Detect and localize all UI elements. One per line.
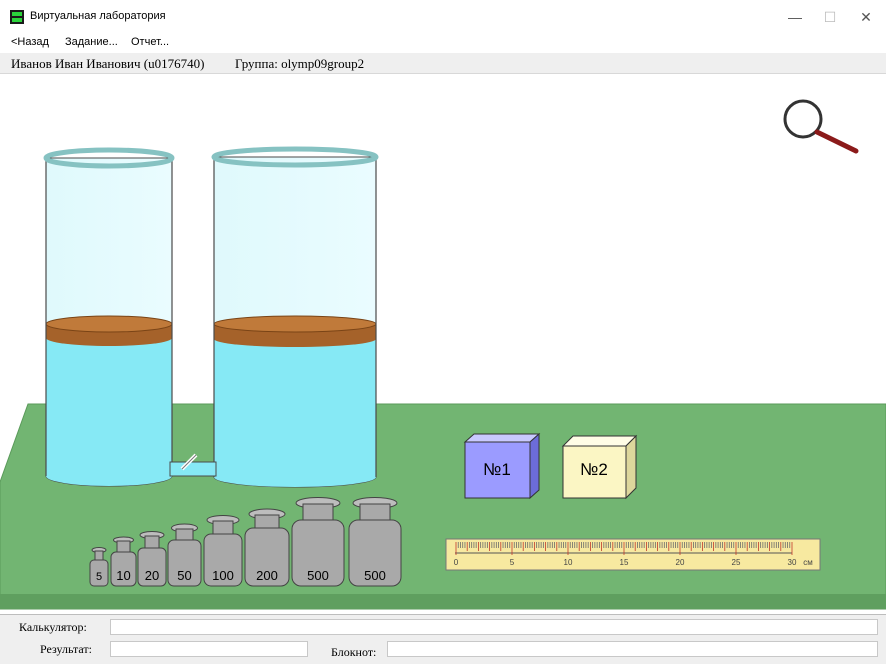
ruler-label-30: 30 <box>788 558 797 567</box>
left-piston[interactable] <box>45 315 173 333</box>
right-water <box>214 334 376 487</box>
result-label: Результат: <box>40 642 92 656</box>
ruler-label-10: 10 <box>564 558 573 567</box>
user-info-bar: Иванов Иван Иванович (u0176740) Группа: … <box>0 53 886 74</box>
left-cylinder[interactable] <box>43 147 175 487</box>
right-cylinder[interactable] <box>211 146 379 488</box>
calculator-input[interactable] <box>110 619 878 635</box>
ruler-label-5: 5 <box>510 558 515 567</box>
left-water <box>46 334 172 486</box>
block-2-label: №2 <box>580 460 608 479</box>
ruler-label-20: 20 <box>676 558 685 567</box>
ruler-label-0: 0 <box>454 558 459 567</box>
weight-200-label: 200 <box>256 568 278 583</box>
notepad-field[interactable] <box>387 641 878 657</box>
block-2[interactable]: №2 <box>561 434 638 500</box>
user-group: Группа: olymp09group2 <box>235 56 365 71</box>
right-piston[interactable] <box>213 315 377 333</box>
menu-back[interactable]: <Назад <box>11 36 49 48</box>
bottom-panel: Калькулятор: Результат: Блокнот: <box>0 614 886 664</box>
user-name: Иванов Иван Иванович (u0176740) <box>11 56 205 71</box>
magnifier-icon[interactable] <box>783 99 859 154</box>
ruler[interactable]: 0 5 10 15 20 25 30 см <box>445 538 821 571</box>
menu-task[interactable]: Задание... <box>65 36 118 48</box>
close-button[interactable]: ✕ <box>851 6 881 28</box>
ruler-label-15: 15 <box>620 558 629 567</box>
window-title: Виртуальная лаборатория <box>30 10 166 22</box>
weight-20-label: 20 <box>145 568 159 583</box>
connecting-tube <box>169 461 217 477</box>
weight-500-a-label: 500 <box>307 568 329 583</box>
ruler-label-25: 25 <box>732 558 741 567</box>
app-icon <box>10 10 24 24</box>
title-bar: Виртуальная лаборатория — ☐ ✕ <box>0 0 886 34</box>
weight-10-label: 10 <box>116 568 130 583</box>
maximize-button[interactable]: ☐ <box>815 6 845 28</box>
lab-scene: №1 №2 0 5 10 15 20 25 30 см 5 10 20 50 1… <box>0 99 886 610</box>
ruler-unit: см <box>803 558 813 567</box>
minimize-button[interactable]: — <box>780 6 810 28</box>
result-field <box>110 641 308 657</box>
block-1-label: №1 <box>483 460 511 479</box>
notepad-label: Блокнот: <box>331 645 377 659</box>
calculator-label: Калькулятор: <box>19 620 87 634</box>
menu-bar: <Назад Задание... Отчет... <box>0 36 886 52</box>
block-1[interactable]: №1 <box>463 432 541 500</box>
weight-50-label: 50 <box>177 568 191 583</box>
weight-500-b-label: 500 <box>364 568 386 583</box>
weight-100-label: 100 <box>212 568 234 583</box>
menu-report[interactable]: Отчет... <box>131 36 169 48</box>
weight-5-label: 5 <box>96 571 102 583</box>
